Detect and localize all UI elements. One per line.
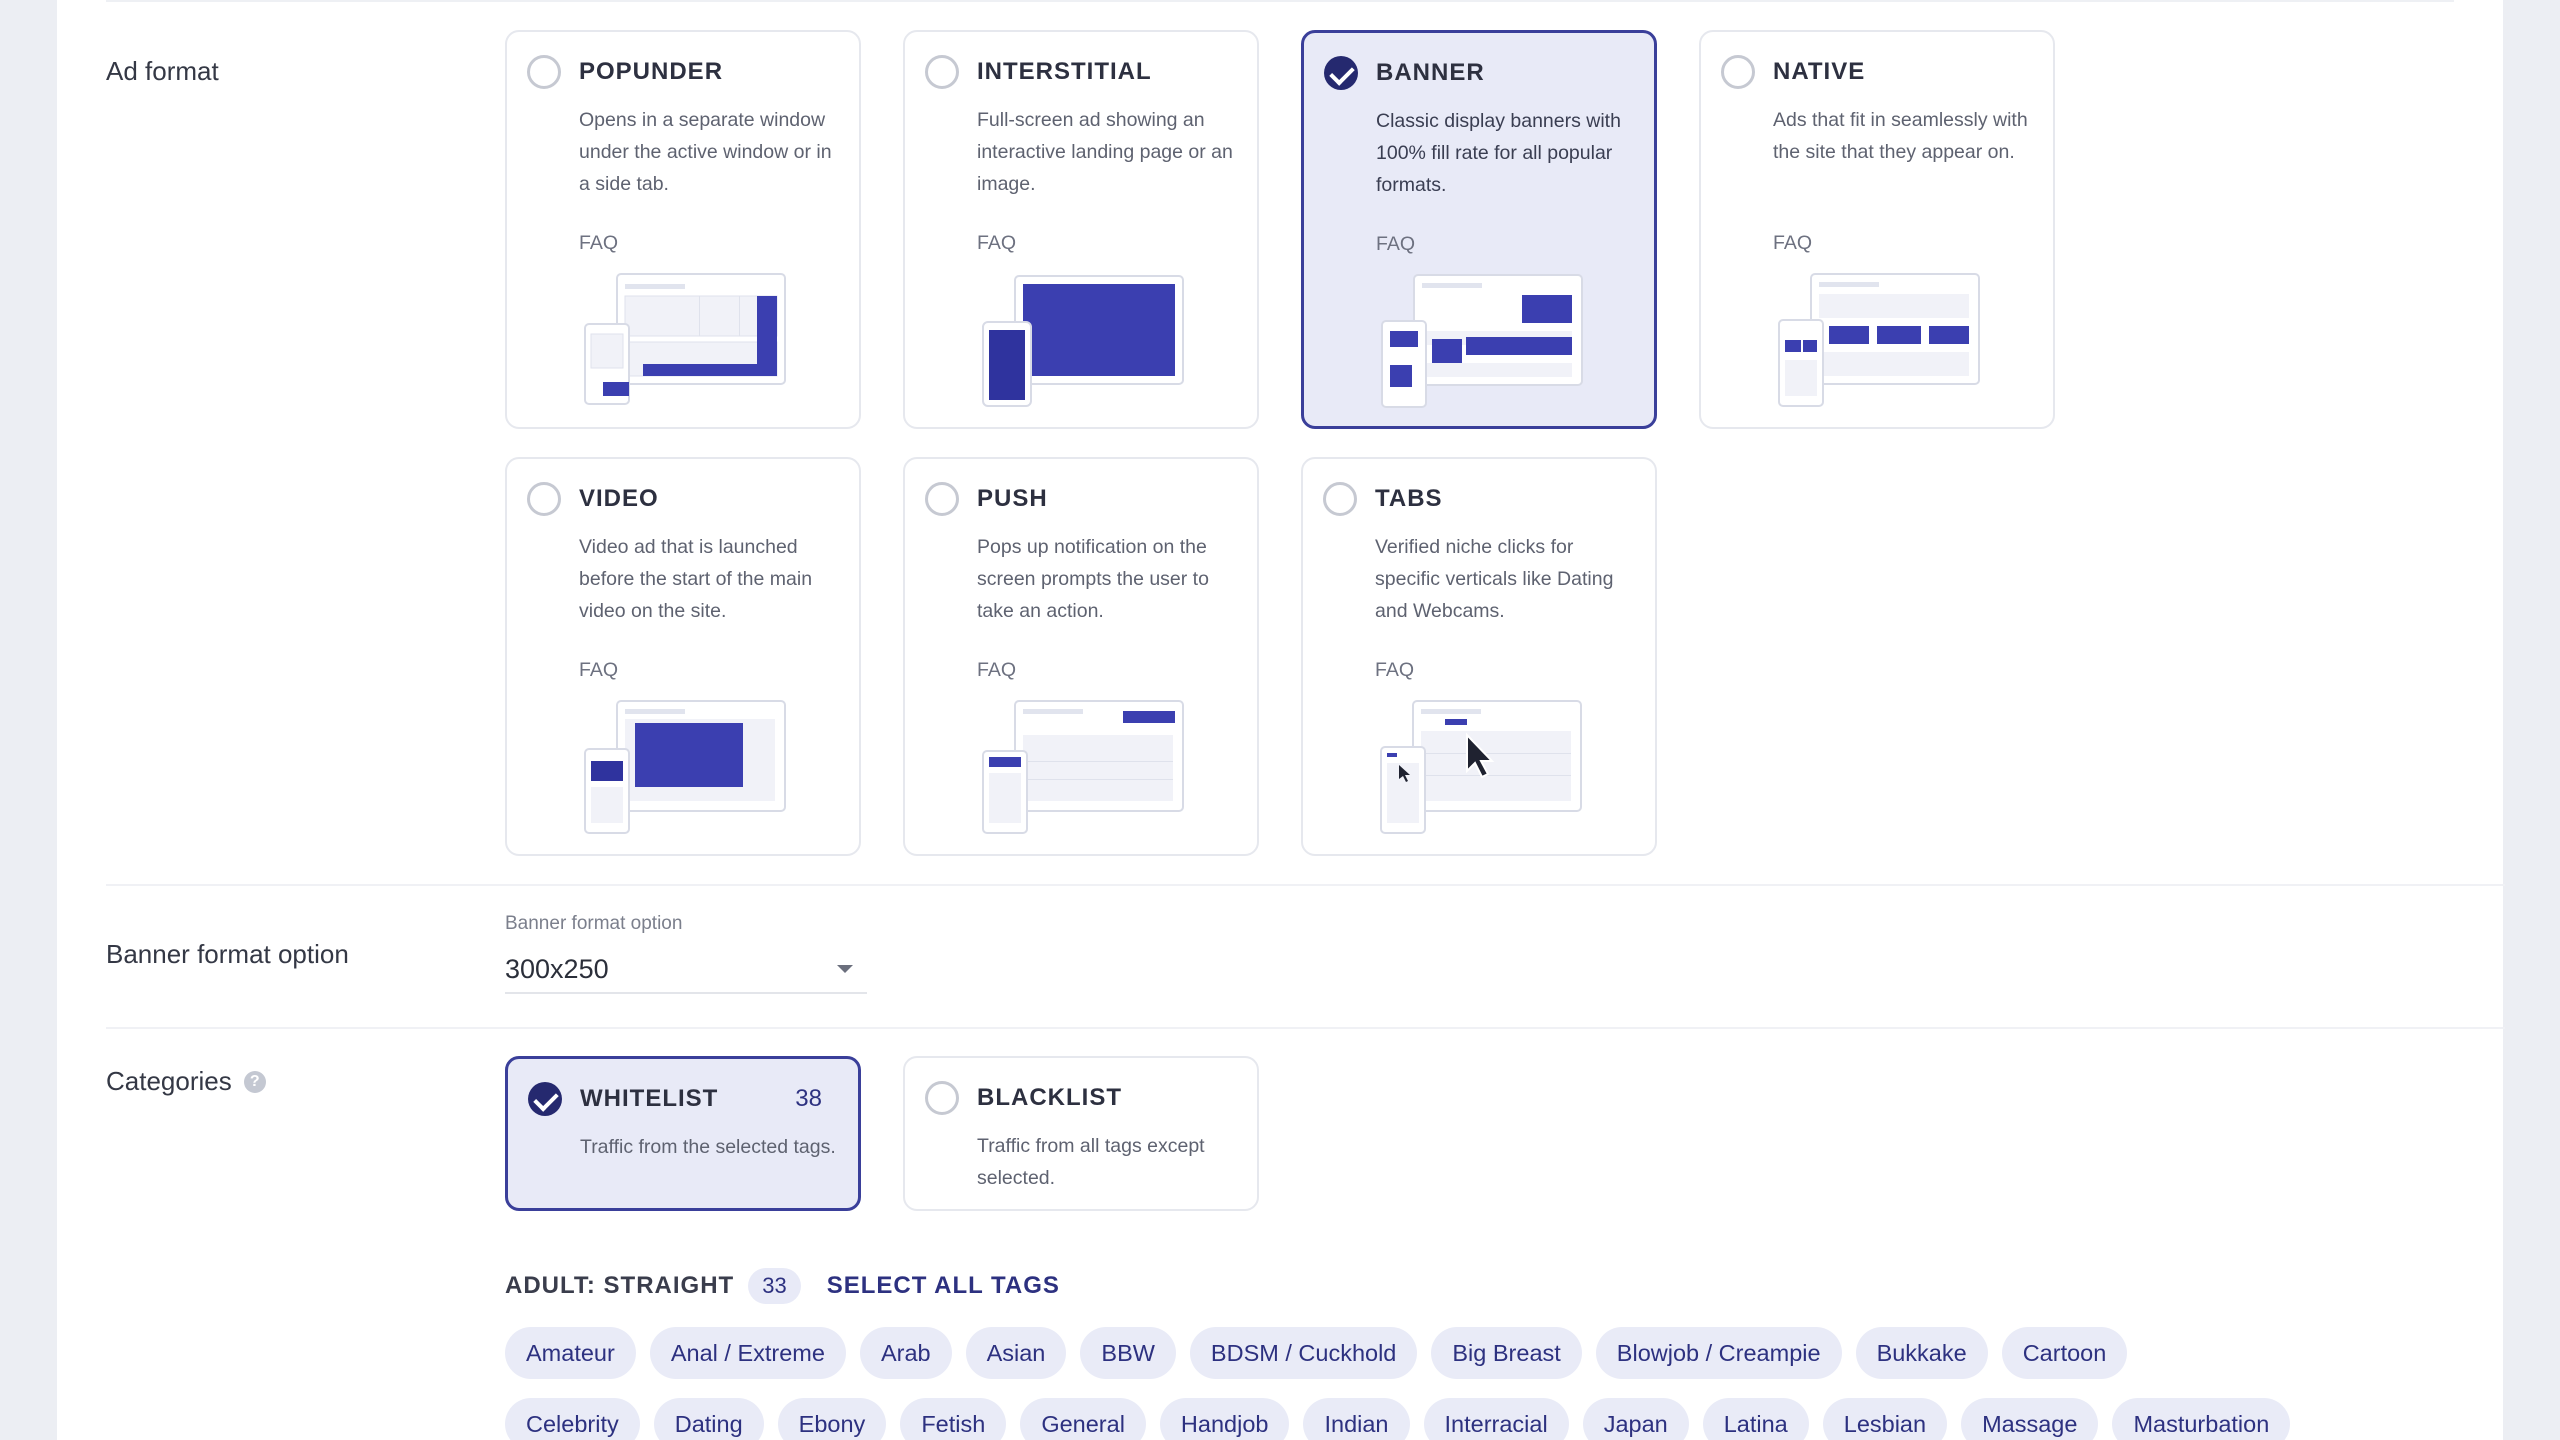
- card-title: BANNER: [1376, 59, 1485, 86]
- tag-chip[interactable]: Ebony: [777, 1398, 887, 1440]
- push-illustration-icon: [982, 700, 1184, 834]
- tag-group-label: ADULT: STRAIGHT: [505, 1272, 735, 1299]
- tag-chip[interactable]: BBW: [1080, 1327, 1176, 1379]
- tag-chip[interactable]: Latina: [1702, 1398, 1809, 1440]
- section-divider: [106, 884, 2505, 886]
- card-title: POPUNDER: [579, 58, 724, 85]
- radio-popunder[interactable]: [527, 55, 561, 89]
- radio-push[interactable]: [925, 482, 959, 516]
- tag-row-1: Amateur Anal / Extreme Arab Asian BBW BD…: [505, 1327, 2128, 1379]
- faq-link[interactable]: FAQ: [1773, 232, 1812, 255]
- card-description: Classic display banners with 100% fill r…: [1376, 110, 1621, 196]
- tabs-illustration-icon: [1380, 700, 1582, 834]
- radio-native[interactable]: [1721, 55, 1755, 89]
- tag-chip[interactable]: Arab: [859, 1327, 952, 1379]
- tag-chip[interactable]: Dating: [653, 1398, 764, 1440]
- card-description: Opens in a separate window under the act…: [579, 109, 832, 195]
- card-description: Verified niche clicks for specific verti…: [1375, 536, 1614, 622]
- card-description: Traffic from all tags except selected.: [977, 1135, 1205, 1189]
- ad-format-label: Ad format: [106, 56, 219, 87]
- tag-chip[interactable]: Indian: [1303, 1398, 1410, 1440]
- card-title: TABS: [1375, 485, 1443, 512]
- tag-chip[interactable]: Japan: [1582, 1398, 1689, 1440]
- tag-group-count: 33: [748, 1268, 801, 1304]
- card-description: Ads that fit in seamlessly with the site…: [1773, 109, 2028, 163]
- tag-chip[interactable]: Handjob: [1159, 1398, 1290, 1440]
- faq-link[interactable]: FAQ: [977, 659, 1016, 682]
- banner-format-label-text: Banner format option: [106, 939, 349, 969]
- radio-banner-checked[interactable]: [1324, 56, 1358, 90]
- tag-chip[interactable]: Celebrity: [505, 1398, 640, 1440]
- radio-interstitial[interactable]: [925, 55, 959, 89]
- categories-label: Categories ?: [106, 1066, 266, 1097]
- ad-format-card-banner[interactable]: BANNER Classic display banners with 100%…: [1301, 30, 1657, 429]
- tag-chip[interactable]: Masturbation: [2112, 1398, 2291, 1440]
- native-illustration-icon: [1778, 273, 1980, 407]
- card-title: NATIVE: [1773, 58, 1866, 85]
- faq-link[interactable]: FAQ: [1376, 233, 1415, 256]
- banner-format-section-label: Banner format option: [106, 939, 349, 970]
- card-title: WHITELIST: [580, 1085, 719, 1112]
- card-description: Full-screen ad showing an interactive la…: [977, 109, 1233, 195]
- whitelist-card[interactable]: WHITELIST 38 Traffic from the selected t…: [505, 1056, 861, 1211]
- card-title: INTERSTITIAL: [977, 58, 1152, 85]
- tag-chip[interactable]: Big Breast: [1431, 1327, 1582, 1379]
- top-divider: [106, 0, 2454, 2]
- banner-format-select[interactable]: 300x250: [505, 946, 867, 994]
- help-icon[interactable]: ?: [243, 1070, 266, 1093]
- tag-chip[interactable]: Asian: [965, 1327, 1067, 1379]
- ad-format-card-video[interactable]: VIDEO Video ad that is launched before t…: [505, 457, 861, 856]
- section-divider: [106, 1027, 2505, 1029]
- ad-format-card-interstitial[interactable]: INTERSTITIAL Full-screen ad showing an i…: [903, 30, 1259, 429]
- tag-chip[interactable]: Lesbian: [1822, 1398, 1948, 1440]
- categories-label-text: Categories: [106, 1066, 232, 1096]
- ad-format-card-popunder[interactable]: POPUNDER Opens in a separate window unde…: [505, 30, 861, 429]
- card-title: PUSH: [977, 485, 1048, 512]
- select-all-tags-button[interactable]: SELECT ALL TAGS: [827, 1272, 1060, 1300]
- interstitial-illustration-icon: [982, 275, 1184, 407]
- faq-link[interactable]: FAQ: [579, 232, 618, 255]
- ad-format-card-push[interactable]: PUSH Pops up notification on the screen …: [903, 457, 1259, 856]
- faq-link[interactable]: FAQ: [579, 659, 618, 682]
- radio-blacklist[interactable]: [925, 1081, 959, 1115]
- whitelist-count: 38: [795, 1085, 822, 1112]
- card-description: Pops up notification on the screen promp…: [977, 536, 1209, 622]
- card-title: VIDEO: [579, 485, 659, 512]
- faq-link[interactable]: FAQ: [1375, 659, 1414, 682]
- blacklist-card[interactable]: BLACKLIST Traffic from all tags except s…: [903, 1056, 1259, 1211]
- ad-format-label-text: Ad format: [106, 56, 219, 86]
- tag-chip[interactable]: Interracial: [1423, 1398, 1569, 1440]
- chevron-down-icon[interactable]: [837, 965, 853, 973]
- tags-header: ADULT: STRAIGHT 33 SELECT ALL TAGS: [505, 1268, 1060, 1304]
- card-description: Video ad that is launched before the sta…: [579, 536, 813, 622]
- banner-format-value: 300x250: [505, 954, 609, 984]
- tag-chip[interactable]: Anal / Extreme: [649, 1327, 846, 1379]
- radio-whitelist-checked[interactable]: [528, 1082, 562, 1116]
- card-description: Traffic from the selected tags.: [580, 1136, 836, 1158]
- tag-chip[interactable]: Bukkake: [1855, 1327, 1988, 1379]
- tag-chip[interactable]: Cartoon: [2001, 1327, 2128, 1379]
- tag-chip[interactable]: Fetish: [900, 1398, 1007, 1440]
- ad-format-card-native[interactable]: NATIVE Ads that fit in seamlessly with t…: [1699, 30, 2055, 429]
- banner-illustration-icon: [1381, 274, 1583, 408]
- faq-link[interactable]: FAQ: [977, 232, 1016, 255]
- tag-row-2: Celebrity Dating Ebony Fetish General Ha…: [505, 1398, 2291, 1440]
- video-illustration-icon: [584, 700, 786, 834]
- banner-format-field-label: Banner format option: [505, 913, 683, 934]
- tag-chip[interactable]: Massage: [1961, 1398, 2099, 1440]
- tag-chip[interactable]: Amateur: [505, 1327, 636, 1379]
- tag-chip[interactable]: General: [1020, 1398, 1146, 1440]
- ad-format-card-tabs[interactable]: TABS Verified niche clicks for specific …: [1301, 457, 1657, 856]
- radio-video[interactable]: [527, 482, 561, 516]
- popunder-illustration-icon: [584, 273, 786, 405]
- tag-chip[interactable]: Blowjob / Creampie: [1595, 1327, 1842, 1379]
- card-title: BLACKLIST: [977, 1084, 1122, 1111]
- radio-tabs[interactable]: [1323, 482, 1357, 516]
- form-panel: [57, 0, 2503, 1440]
- tag-chip[interactable]: BDSM / Cuckhold: [1189, 1327, 1418, 1379]
